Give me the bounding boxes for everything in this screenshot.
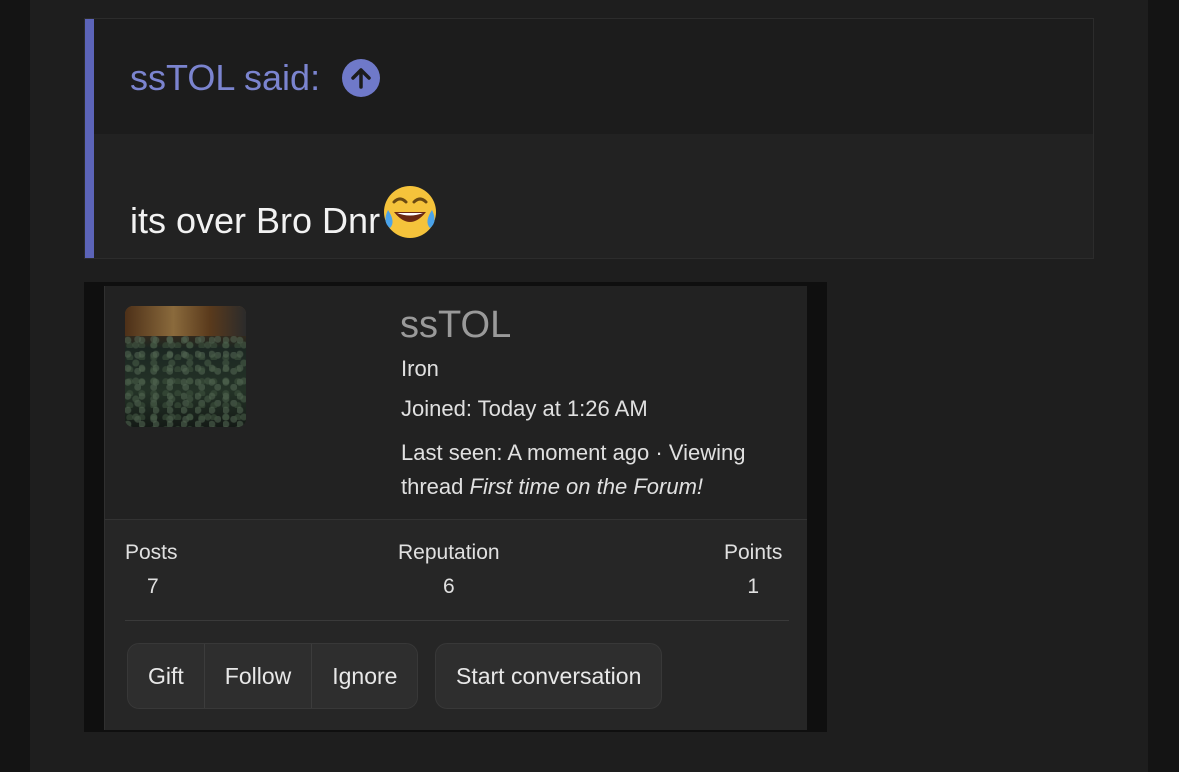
stat-posts-label: Posts [125, 541, 178, 564]
quote-header: ssTOL said: [94, 19, 1093, 134]
quote-author-label[interactable]: ssTOL said: [130, 57, 320, 99]
member-card-header: ssTOL Iron Joined: Today at 1:26 AM Last… [105, 286, 807, 520]
ignore-button[interactable]: Ignore [312, 644, 418, 708]
quote-author-link[interactable]: ssTOL said: [130, 57, 381, 99]
arrow-up-circle-icon[interactable] [342, 59, 381, 97]
member-rank: Iron [401, 356, 439, 381]
member-card: ssTOL Iron Joined: Today at 1:26 AM Last… [104, 286, 807, 730]
stat-reputation: Reputation 6 [398, 541, 500, 599]
quote-accent-bar [85, 19, 94, 258]
stat-posts-value: 7 [147, 575, 159, 598]
gift-button[interactable]: Gift [128, 644, 205, 708]
stat-points-label: Points [724, 541, 783, 564]
avatar[interactable] [125, 306, 246, 427]
stat-points: Points 1 [724, 541, 782, 599]
viewing-thread-link[interactable]: First time on the Forum! [470, 474, 704, 499]
stat-points-value: 1 [747, 575, 760, 598]
stat-reputation-value: 6 [442, 575, 455, 598]
stats-divider [125, 620, 789, 621]
quote-body-text: its over Bro Dnr [130, 200, 381, 241]
member-action-group: Gift Follow Ignore [127, 643, 419, 709]
stat-posts: Posts 7 [125, 541, 178, 599]
laughing-crying-emoji-icon [384, 186, 437, 238]
quote-body: its over Bro Dnr [130, 182, 440, 242]
member-last-seen: Last seen: A moment ago · Viewing thread… [401, 436, 801, 504]
stat-reputation-label: Reputation [398, 541, 500, 564]
member-username[interactable]: ssTOL [400, 304, 511, 347]
start-conversation-button[interactable]: Start conversation [435, 643, 663, 709]
member-joined: Joined: Today at 1:26 AM [401, 396, 648, 421]
quote-block: ssTOL said: its over Bro Dnr [84, 18, 1094, 259]
follow-button[interactable]: Follow [204, 644, 313, 708]
